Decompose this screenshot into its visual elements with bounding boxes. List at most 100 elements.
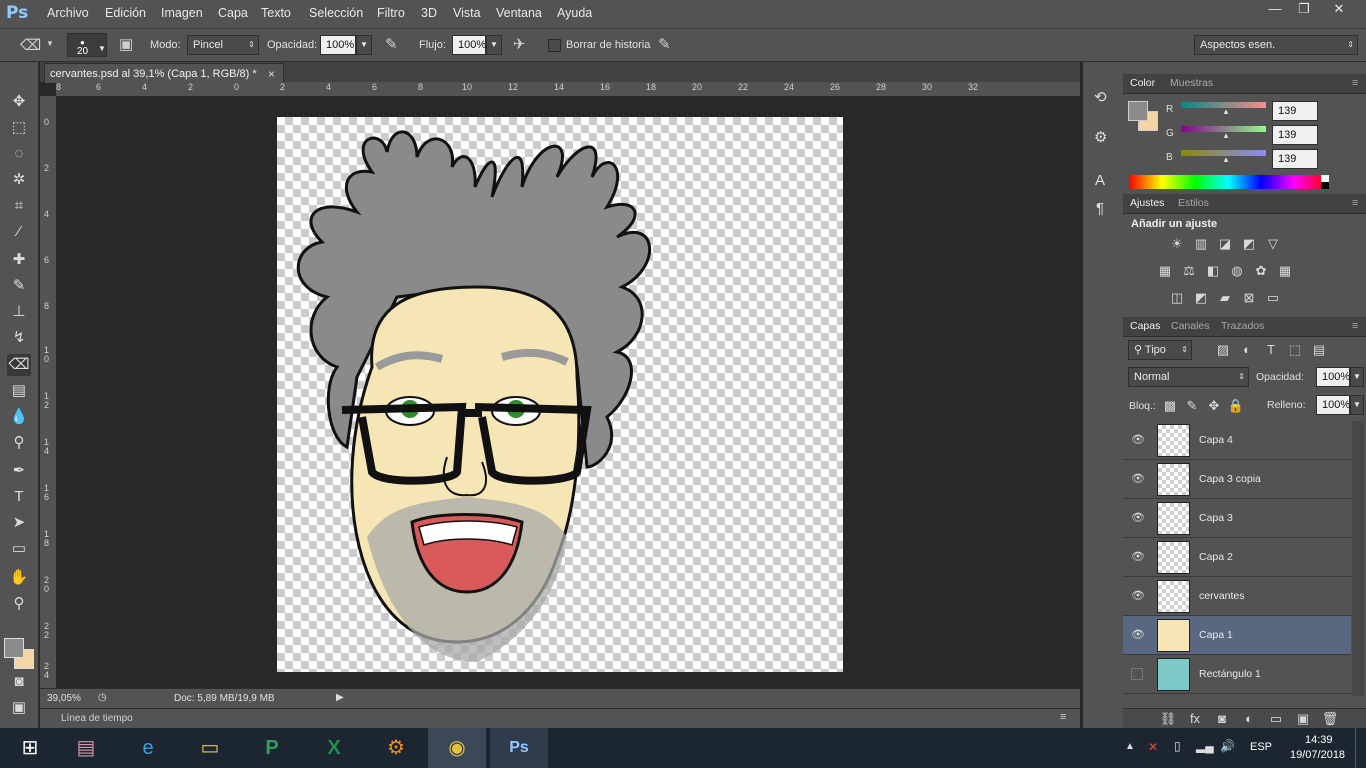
slider-thumb-icon[interactable]: ▲ xyxy=(1222,107,1230,116)
fill-dropdown[interactable]: ▼ xyxy=(1350,395,1364,415)
tab-ajustes[interactable]: Ajustes xyxy=(1130,197,1164,209)
menu-ayuda[interactable]: Ayuda xyxy=(557,6,592,20)
channel-mixer-icon[interactable]: ✿ xyxy=(1252,263,1270,279)
erase-history-checkbox[interactable] xyxy=(548,39,561,52)
language-indicator[interactable]: ESP xyxy=(1250,741,1272,753)
posterize-icon[interactable]: ◩ xyxy=(1192,290,1210,306)
gradient-tool-icon[interactable]: ▤ xyxy=(7,380,31,402)
zoom-tool-icon[interactable]: ⚲ xyxy=(7,593,31,615)
green-value-input[interactable]: 139 xyxy=(1272,125,1318,145)
mode-select[interactable]: Pincel ⇕ xyxy=(187,35,259,55)
pressure-opacity-icon[interactable]: ✎ xyxy=(385,35,398,53)
volume-icon[interactable]: 🔊 xyxy=(1220,739,1235,753)
menu-imagen[interactable]: Imagen xyxy=(161,6,203,20)
hue-saturation-icon[interactable]: ▦ xyxy=(1156,263,1174,279)
menu-capa[interactable]: Capa xyxy=(218,6,248,20)
layer-row[interactable]: 👁 Capa 3 xyxy=(1123,499,1351,538)
red-value-input[interactable]: 139 xyxy=(1272,101,1318,121)
layer-row[interactable]: Rectángulo 1 xyxy=(1123,655,1351,694)
flow-input[interactable]: 100% xyxy=(452,35,486,55)
close-window-button[interactable]: ✕ xyxy=(1322,0,1356,20)
timeline-label[interactable]: Línea de tiempo xyxy=(61,713,133,724)
tab-color[interactable]: Color xyxy=(1130,77,1155,89)
eraser-tool-icon[interactable]: ⌫ xyxy=(7,354,31,376)
tab-muestras[interactable]: Muestras xyxy=(1170,77,1213,89)
slider-thumb-icon[interactable]: ▲ xyxy=(1222,155,1230,164)
new-group-icon[interactable]: ▭ xyxy=(1267,711,1285,727)
panel-menu-icon[interactable]: ≡ xyxy=(1352,320,1358,332)
layer-row[interactable]: 👁 Capa 4 xyxy=(1123,421,1351,460)
panel-menu-icon[interactable]: ≡ xyxy=(1352,197,1358,209)
marquee-tool-icon[interactable]: ⬚ xyxy=(7,117,31,139)
layer-opacity-input[interactable]: 100% xyxy=(1316,367,1350,387)
chevron-down-icon[interactable]: ▼ xyxy=(46,39,54,48)
tab-trazados[interactable]: Trazados xyxy=(1221,320,1264,332)
dodge-tool-icon[interactable]: ⚲ xyxy=(7,432,31,454)
trash-icon[interactable]: 🗑 xyxy=(1321,711,1339,727)
menu-archivo[interactable]: Archivo xyxy=(47,6,89,20)
panel-menu-icon[interactable]: ≡ xyxy=(1060,711,1066,723)
layers-scrollbar[interactable] xyxy=(1352,421,1364,696)
eye-icon[interactable]: 👁 xyxy=(1131,433,1145,446)
filter-shape-icon[interactable]: ⬚ xyxy=(1286,342,1304,358)
rectangle-tool-icon[interactable]: ▭ xyxy=(7,538,31,560)
airbrush-icon[interactable]: ✈ xyxy=(513,35,526,53)
flow-dropdown-button[interactable]: ▼ xyxy=(486,35,502,55)
project-icon[interactable]: P xyxy=(242,728,302,768)
eye-icon[interactable]: 👁 xyxy=(1131,472,1145,485)
winrar-icon[interactable]: ▤ xyxy=(56,728,116,768)
layer-row-selected[interactable]: 👁 Capa 1 xyxy=(1123,616,1351,655)
properties-icon[interactable]: ⚙ xyxy=(1094,128,1107,146)
color-spectrum-ramp[interactable] xyxy=(1129,175,1327,189)
history-icon[interactable]: ⟲ xyxy=(1094,88,1107,106)
menu-ventana[interactable]: Ventana xyxy=(496,6,542,20)
levels-icon[interactable]: ▥ xyxy=(1192,236,1210,252)
opacity-input[interactable]: 100% xyxy=(320,35,356,55)
lock-transparent-icon[interactable]: ▩ xyxy=(1161,398,1179,414)
blur-tool-icon[interactable]: 💧 xyxy=(7,406,31,428)
eye-icon[interactable]: 👁 xyxy=(1131,511,1145,524)
crop-tool-icon[interactable]: ⌗ xyxy=(7,195,31,217)
threshold-icon[interactable]: ▰ xyxy=(1216,290,1234,306)
network-warning-icon[interactable]: ✕ xyxy=(1148,740,1158,754)
tab-canales[interactable]: Canales xyxy=(1171,320,1210,332)
excel-icon[interactable]: X xyxy=(304,728,364,768)
filter-pixel-icon[interactable]: ▨ xyxy=(1214,342,1232,358)
file-explorer-icon[interactable]: ▭ xyxy=(180,728,240,768)
opacity-dropdown-button[interactable]: ▼ xyxy=(356,35,372,55)
app-orange-icon[interactable]: ⚙ xyxy=(366,728,426,768)
photo-filter-icon[interactable]: ◍ xyxy=(1228,263,1246,279)
fx-icon[interactable]: fx xyxy=(1186,711,1204,727)
chrome-icon[interactable]: ◉ xyxy=(428,728,486,768)
layer-row[interactable]: 👁 Capa 2 xyxy=(1123,538,1351,577)
fill-input[interactable]: 100% xyxy=(1316,395,1350,415)
filter-adjustment-icon[interactable]: ◐ xyxy=(1238,342,1256,358)
invert-icon[interactable]: ◫ xyxy=(1168,290,1186,306)
eraser-preset-icon[interactable]: ⌫ xyxy=(20,36,41,54)
menu-3d[interactable]: 3D xyxy=(421,6,437,20)
document-tab[interactable]: cervantes.psd al 39,1% (Capa 1, RGB/8) *… xyxy=(44,63,284,83)
pen-tool-icon[interactable]: ✒ xyxy=(7,460,31,482)
character-icon[interactable]: A xyxy=(1095,172,1105,189)
clock-time[interactable]: 14:39 xyxy=(1305,734,1333,746)
close-tab-button[interactable]: × xyxy=(268,67,275,81)
history-brush-tool-icon[interactable]: ↯ xyxy=(7,327,31,349)
selective-color-icon[interactable]: ⊠ xyxy=(1240,290,1258,306)
eyedropper-tool-icon[interactable]: ⁄ xyxy=(7,221,31,243)
new-adjustment-icon[interactable]: ◐ xyxy=(1240,711,1258,727)
link-layers-icon[interactable]: ⛓ xyxy=(1159,711,1177,727)
restore-button[interactable]: ❐ xyxy=(1287,0,1321,20)
status-options-icon[interactable]: ◷ xyxy=(98,692,107,703)
add-mask-icon[interactable]: ◙ xyxy=(1213,711,1231,727)
menu-filtro[interactable]: Filtro xyxy=(377,6,405,20)
photoshop-taskbar-icon[interactable]: Ps xyxy=(490,728,548,768)
color-foreground-swatch[interactable] xyxy=(1128,101,1148,121)
clone-stamp-tool-icon[interactable]: ⊥ xyxy=(7,301,31,323)
eye-icon[interactable]: 👁 xyxy=(1131,628,1145,641)
curves-icon[interactable]: ◪ xyxy=(1216,236,1234,252)
menu-edicion[interactable]: Edición xyxy=(105,6,146,20)
lock-position-icon[interactable]: ✥ xyxy=(1205,398,1223,414)
paragraph-icon[interactable]: ¶ xyxy=(1096,200,1104,217)
workspace-select[interactable]: Aspectos esen. ⇕ xyxy=(1194,35,1358,55)
tab-capas[interactable]: Capas xyxy=(1130,320,1160,332)
